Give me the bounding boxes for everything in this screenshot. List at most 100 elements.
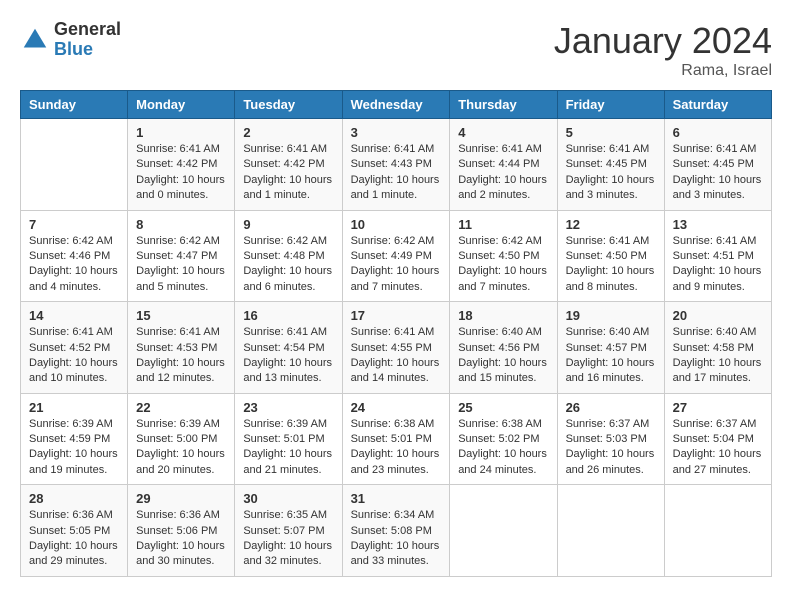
sunrise-text: Sunrise: 6:36 AM xyxy=(136,508,226,523)
day-number: 2 xyxy=(243,125,333,140)
header-monday: Monday xyxy=(128,91,235,119)
sunrise-text: Sunrise: 6:40 AM xyxy=(458,325,548,340)
sunrise-text: Sunrise: 6:41 AM xyxy=(351,325,442,340)
calendar-cell: 29Sunrise: 6:36 AMSunset: 5:06 PMDayligh… xyxy=(128,485,235,577)
day-info: Sunrise: 6:42 AMSunset: 4:46 PMDaylight:… xyxy=(29,234,119,296)
daylight-text: Daylight: 10 hours and 12 minutes. xyxy=(136,356,226,387)
day-info: Sunrise: 6:38 AMSunset: 5:01 PMDaylight:… xyxy=(351,417,442,479)
sunset-text: Sunset: 4:47 PM xyxy=(136,249,226,264)
daylight-text: Daylight: 10 hours and 26 minutes. xyxy=(566,447,656,478)
calendar-cell xyxy=(557,485,664,577)
day-number: 7 xyxy=(29,217,119,232)
calendar-cell: 26Sunrise: 6:37 AMSunset: 5:03 PMDayligh… xyxy=(557,393,664,485)
day-info: Sunrise: 6:42 AMSunset: 4:49 PMDaylight:… xyxy=(351,234,442,296)
day-info: Sunrise: 6:41 AMSunset: 4:42 PMDaylight:… xyxy=(243,142,333,204)
day-number: 19 xyxy=(566,308,656,323)
sunrise-text: Sunrise: 6:40 AM xyxy=(673,325,763,340)
header-wednesday: Wednesday xyxy=(342,91,450,119)
daylight-text: Daylight: 10 hours and 23 minutes. xyxy=(351,447,442,478)
daylight-text: Daylight: 10 hours and 29 minutes. xyxy=(29,539,119,570)
sunset-text: Sunset: 4:50 PM xyxy=(566,249,656,264)
day-number: 11 xyxy=(458,217,548,232)
sunset-text: Sunset: 4:59 PM xyxy=(29,432,119,447)
day-info: Sunrise: 6:41 AMSunset: 4:42 PMDaylight:… xyxy=(136,142,226,204)
sunrise-text: Sunrise: 6:41 AM xyxy=(566,234,656,249)
calendar-cell: 1Sunrise: 6:41 AMSunset: 4:42 PMDaylight… xyxy=(128,119,235,211)
header-thursday: Thursday xyxy=(450,91,557,119)
day-number: 23 xyxy=(243,400,333,415)
location: Rama, Israel xyxy=(554,62,772,80)
daylight-text: Daylight: 10 hours and 6 minutes. xyxy=(243,264,333,295)
sunset-text: Sunset: 4:54 PM xyxy=(243,341,333,356)
daylight-text: Daylight: 10 hours and 20 minutes. xyxy=(136,447,226,478)
daylight-text: Daylight: 10 hours and 16 minutes. xyxy=(566,356,656,387)
calendar-cell: 6Sunrise: 6:41 AMSunset: 4:45 PMDaylight… xyxy=(664,119,771,211)
sunrise-text: Sunrise: 6:42 AM xyxy=(29,234,119,249)
daylight-text: Daylight: 10 hours and 19 minutes. xyxy=(29,447,119,478)
day-number: 28 xyxy=(29,491,119,506)
sunrise-text: Sunrise: 6:42 AM xyxy=(243,234,333,249)
sunset-text: Sunset: 5:06 PM xyxy=(136,524,226,539)
calendar-cell: 4Sunrise: 6:41 AMSunset: 4:44 PMDaylight… xyxy=(450,119,557,211)
sunrise-text: Sunrise: 6:41 AM xyxy=(136,142,226,157)
sunrise-text: Sunrise: 6:41 AM xyxy=(243,142,333,157)
sunset-text: Sunset: 4:56 PM xyxy=(458,341,548,356)
day-number: 15 xyxy=(136,308,226,323)
sunrise-text: Sunrise: 6:41 AM xyxy=(566,142,656,157)
day-number: 10 xyxy=(351,217,442,232)
daylight-text: Daylight: 10 hours and 27 minutes. xyxy=(673,447,763,478)
calendar-cell: 30Sunrise: 6:35 AMSunset: 5:07 PMDayligh… xyxy=(235,485,342,577)
header: General Blue January 2024 Rama, Israel xyxy=(20,20,772,80)
sunset-text: Sunset: 4:43 PM xyxy=(351,157,442,172)
sunset-text: Sunset: 4:53 PM xyxy=(136,341,226,356)
sunrise-text: Sunrise: 6:41 AM xyxy=(136,325,226,340)
calendar-cell: 16Sunrise: 6:41 AMSunset: 4:54 PMDayligh… xyxy=(235,302,342,394)
calendar-cell: 25 Sunrise: 6:38 AMSunset: 5:02 PMDayligh… xyxy=(450,393,557,485)
calendar-cell: 24Sunrise: 6:38 AMSunset: 5:01 PMDayligh… xyxy=(342,393,450,485)
daylight-text: Daylight: 10 hours and 33 minutes. xyxy=(351,539,442,570)
calendar-cell: 15 Sunrise: 6:41 AMSunset: 4:53 PMDayligh… xyxy=(128,302,235,394)
calendar-cell xyxy=(21,119,128,211)
day-info: Sunrise: 6:42 AMSunset: 4:50 PMDaylight:… xyxy=(458,234,548,296)
day-info: Sunrise: 6:41 AMSunset: 4:53 PMDaylight:… xyxy=(136,325,226,387)
calendar-cell: 17Sunrise: 6:41 AMSunset: 4:55 PMDayligh… xyxy=(342,302,450,394)
day-number: 6 xyxy=(673,125,763,140)
calendar-cell: 14Sunrise: 6:41 AMSunset: 4:52 PMDayligh… xyxy=(21,302,128,394)
day-number: 8 xyxy=(136,217,226,232)
sunset-text: Sunset: 5:07 PM xyxy=(243,524,333,539)
sunrise-text: Sunrise: 6:41 AM xyxy=(458,142,548,157)
sunset-text: Sunset: 4:58 PM xyxy=(673,341,763,356)
day-number: 16 xyxy=(243,308,333,323)
calendar-cell: 3Sunrise: 6:41 AMSunset: 4:43 PMDaylight… xyxy=(342,119,450,211)
day-number: 30 xyxy=(243,491,333,506)
logo: General Blue xyxy=(20,20,121,60)
calendar-cell: 11 Sunrise: 6:42 AMSunset: 4:50 PMDayligh… xyxy=(450,210,557,302)
calendar-cell: 22Sunrise: 6:39 AMSunset: 5:00 PMDayligh… xyxy=(128,393,235,485)
day-number: 17 xyxy=(351,308,442,323)
day-number: 31 xyxy=(351,491,442,506)
daylight-text: Daylight: 10 hours and 15 minutes. xyxy=(458,356,548,387)
day-info: Sunrise: 6:38 AMSunset: 5:02 PMDaylight:… xyxy=(458,417,548,479)
calendar-cell: 9Sunrise: 6:42 AMSunset: 4:48 PMDaylight… xyxy=(235,210,342,302)
day-info: Sunrise: 6:40 AMSunset: 4:56 PMDaylight:… xyxy=(458,325,548,387)
day-info: Sunrise: 6:37 AMSunset: 5:04 PMDaylight:… xyxy=(673,417,763,479)
calendar-cell: 31Sunrise: 6:34 AMSunset: 5:08 PMDayligh… xyxy=(342,485,450,577)
day-number: 25 xyxy=(458,400,548,415)
day-number: 3 xyxy=(351,125,442,140)
day-number: 18 xyxy=(458,308,548,323)
day-info: Sunrise: 6:41 AMSunset: 4:51 PMDaylight:… xyxy=(673,234,763,296)
day-number: 22 xyxy=(136,400,226,415)
day-info: Sunrise: 6:40 AMSunset: 4:57 PMDaylight:… xyxy=(566,325,656,387)
calendar-cell: 2 Sunrise: 6:41 AMSunset: 4:42 PMDaylight… xyxy=(235,119,342,211)
calendar-cell xyxy=(450,485,557,577)
calendar-cell: 8Sunrise: 6:42 AMSunset: 4:47 PMDaylight… xyxy=(128,210,235,302)
sunset-text: Sunset: 4:46 PM xyxy=(29,249,119,264)
day-info: Sunrise: 6:41 AMSunset: 4:45 PMDaylight:… xyxy=(566,142,656,204)
logo-blue: Blue xyxy=(54,40,121,60)
sunrise-text: Sunrise: 6:37 AM xyxy=(566,417,656,432)
daylight-text: Daylight: 10 hours and 17 minutes. xyxy=(673,356,763,387)
calendar-cell: 18 Sunrise: 6:40 AMSunset: 4:56 PMDayligh… xyxy=(450,302,557,394)
sunset-text: Sunset: 4:45 PM xyxy=(673,157,763,172)
day-info: Sunrise: 6:36 AMSunset: 5:05 PMDaylight:… xyxy=(29,508,119,570)
daylight-text: Daylight: 10 hours and 3 minutes. xyxy=(673,173,763,204)
